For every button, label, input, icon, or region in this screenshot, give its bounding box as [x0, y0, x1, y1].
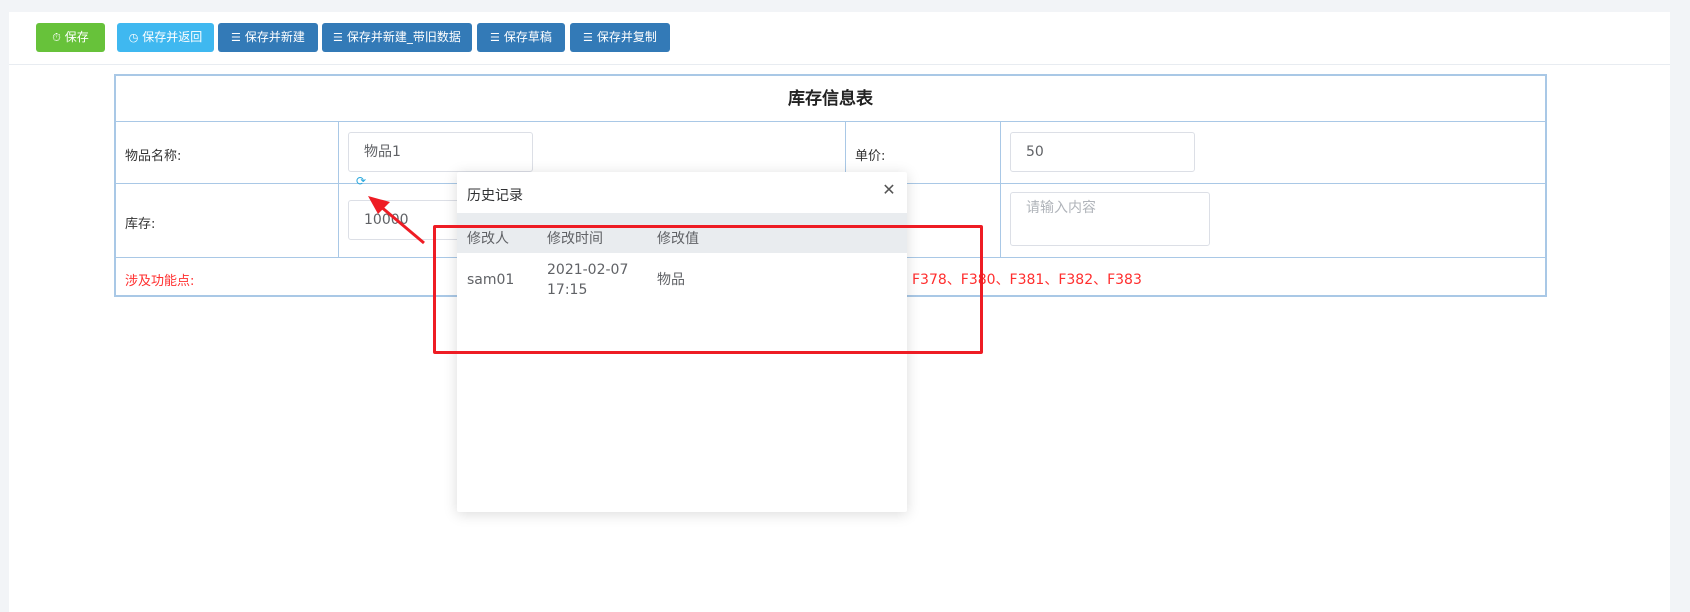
note-placeholder: 请输入内容 — [1026, 200, 1096, 216]
close-icon[interactable]: ✕ — [881, 182, 897, 198]
unit-price-input[interactable]: 50 — [1010, 132, 1195, 172]
note-textarea[interactable]: 请输入内容 — [1010, 192, 1210, 246]
list-icon: ☰ — [231, 31, 241, 44]
list-icon: ☰ — [490, 31, 500, 44]
col-divider — [338, 122, 339, 257]
save-button-label: 保存 — [64, 30, 89, 44]
stock-label: 库存: — [125, 217, 156, 232]
item-name-input[interactable]: 物品1 — [348, 132, 533, 172]
annotation-arrow — [368, 196, 425, 245]
save-icon: ⏱ — [52, 31, 61, 44]
save-button[interactable]: ⏱ 保存 — [36, 23, 105, 52]
highlight-rectangle — [433, 225, 983, 354]
save-and-new-with-old-data-button[interactable]: ☰ 保存并新建_带旧数据 — [322, 23, 472, 52]
toolbar: ⏱ 保存 ◷ 保存并返回 ☰ 保存并新建 ☰ 保存并新建_带旧数据 ☰ 保存草稿 ☰ 保存并… — [9, 12, 1670, 65]
clock-icon: ◷ — [128, 31, 139, 44]
history-popup-title: 历史记录 — [467, 188, 523, 204]
list-icon: ☰ — [333, 31, 343, 44]
form-title: 库存信息表 — [116, 76, 1545, 122]
list-icon: ☰ — [583, 31, 593, 44]
save-draft-button[interactable]: ☰ 保存草稿 — [477, 23, 565, 52]
save-and-copy-button[interactable]: ☰ 保存并复制 — [570, 23, 670, 52]
save-and-new-button[interactable]: ☰ 保存并新建 — [218, 23, 318, 52]
save-and-new-label: 保存并新建 — [244, 30, 305, 44]
col-divider — [1000, 122, 1001, 257]
item-name-label: 物品名称: — [125, 149, 182, 164]
save-and-return-button[interactable]: ◷ 保存并返回 — [117, 23, 214, 52]
save-and-new-with-old-data-label: 保存并新建_带旧数据 — [346, 30, 461, 44]
unit-price-label: 单价: — [855, 149, 886, 164]
save-and-copy-label: 保存并复制 — [596, 30, 657, 44]
save-and-return-label: 保存并返回 — [142, 30, 203, 44]
feature-points-label: 涉及功能点: — [125, 274, 195, 289]
save-draft-label: 保存草稿 — [503, 30, 552, 44]
